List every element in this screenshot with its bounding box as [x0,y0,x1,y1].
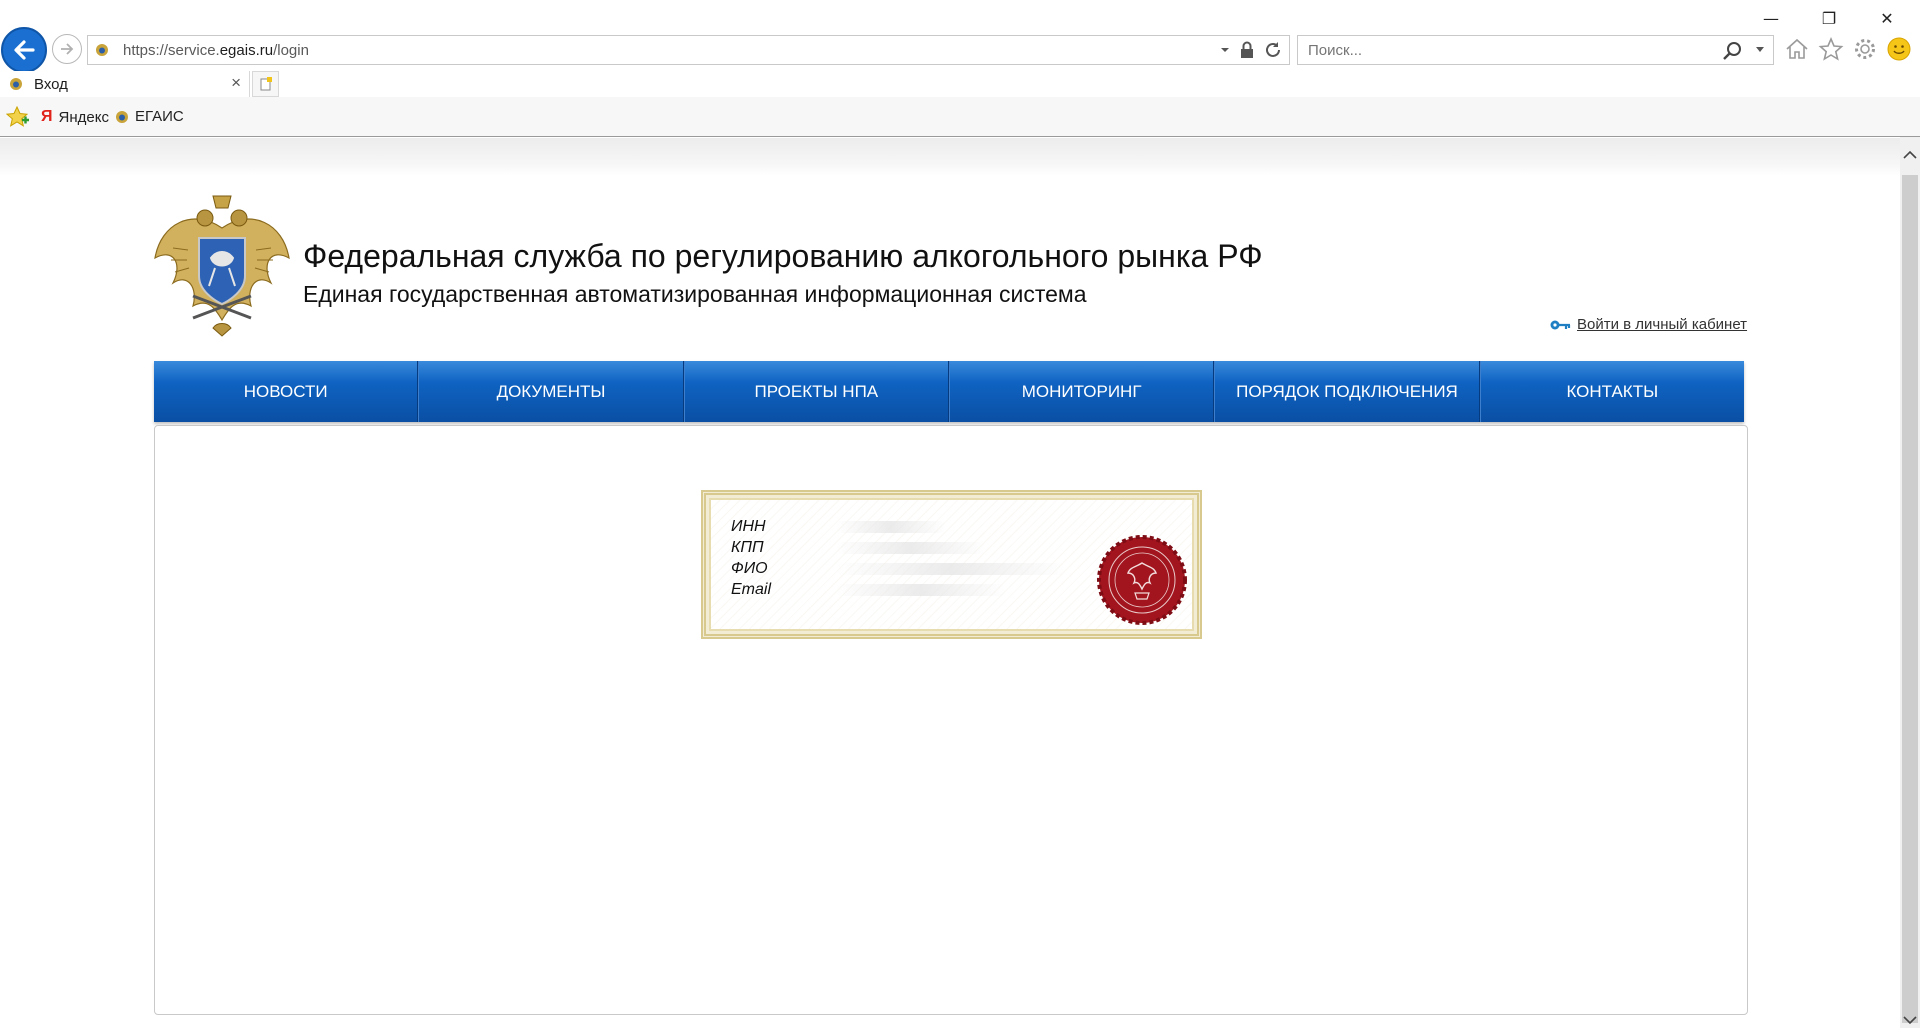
chevron-up-icon [1903,150,1917,159]
tab-row: Вход × [0,71,1920,97]
cert-label-fio: ФИО [731,560,768,577]
new-tab-button[interactable] [252,71,279,97]
scroll-up-button[interactable] [1900,147,1920,163]
nav-item-documents[interactable]: ДОКУМЕНТЫ [418,361,684,422]
refresh-icon[interactable] [1263,40,1283,60]
search-box[interactable] [1297,35,1774,65]
certificate-card[interactable]: ИНН КПП ФИО Email [701,490,1202,639]
lock-icon[interactable] [1239,40,1255,60]
address-bar[interactable]: https://service.egais.ru/login [87,35,1290,65]
nav-item-connection-procedure[interactable]: ПОРЯДОК ПОДКЛЮЧЕНИЯ [1214,361,1480,422]
favorites-add-icon[interactable] [6,106,30,128]
nav-label: МОНИТОРИНГ [1021,381,1142,401]
egais-eagle-icon [96,44,108,56]
browser-tools [1784,36,1912,62]
nav-item-npa-projects[interactable]: ПРОЕКТЫ НПА [683,361,949,422]
page-subtitle: Единая государственная автоматизированна… [303,281,1087,307]
nav-item-contacts[interactable]: КОНТАКТЫ [1479,361,1744,422]
nav-item-news[interactable]: НОВОСТИ [154,361,419,422]
favorite-yandex[interactable]: Я Яндекс [41,108,109,126]
vertical-scrollbar[interactable] [1900,137,1920,1028]
back-arrow-icon [14,40,35,60]
close-window-button[interactable]: ✕ [1864,2,1910,34]
tab-login[interactable]: Вход × [0,71,250,97]
favorite-label: ЕГАИС [135,108,184,125]
search-dropdown-icon[interactable] [1755,46,1765,54]
nav-label: ПОРЯДОК ПОДКЛЮЧЕНИЯ [1236,381,1458,401]
tab-close-button[interactable]: × [231,73,241,93]
wax-seal-icon [1097,535,1187,625]
certificate-body: ИНН КПП ФИО Email [709,498,1194,631]
cert-value-kpp [836,542,986,554]
chevron-down-icon [1903,1016,1917,1025]
url-path: /login [273,42,309,59]
nav-label: НОВОСТИ [243,381,328,401]
url-domain: egais.ru [219,42,274,59]
tab-title: Вход [34,76,68,93]
cert-label-email: Email [731,581,772,598]
cert-value-fio [836,563,1066,575]
new-tab-icon [260,77,272,91]
page-viewport: Федеральная служба по регулированию алко… [0,138,1900,1028]
restore-button[interactable]: ❐ [1806,2,1852,34]
forward-button[interactable] [52,34,82,64]
favorite-label: Яндекс [58,108,109,126]
home-icon[interactable] [1784,36,1810,62]
back-button[interactable] [1,27,47,73]
nav-label: ПРОЕКТЫ НПА [754,381,879,401]
favorites-bar: Я Яндекс ЕГАИС [0,97,1920,137]
browser-chrome: — ❐ ✕ https://service.egais.ru/login Вхо… [0,0,1920,137]
login-link-label: Войти в личный кабинет [1577,316,1748,333]
search-input[interactable] [1308,42,1688,59]
cert-label-kpp: КПП [731,539,764,556]
scroll-thumb[interactable] [1902,175,1918,1023]
dropdown-icon[interactable] [1219,40,1231,60]
key-icon [1550,320,1571,329]
forward-arrow-icon [61,43,74,55]
cert-value-email [836,584,1006,596]
fsrar-emblem-logo [154,195,290,337]
scroll-down-button[interactable] [1900,1012,1920,1028]
url-text: https://service.egais.ru/login [123,42,309,59]
favorites-star-icon[interactable] [1818,36,1844,62]
egais-eagle-icon [116,110,128,123]
main-nav: НОВОСТИ ДОКУМЕНТЫ ПРОЕКТЫ НПА МОНИТОРИНГ… [154,361,1744,422]
egais-eagle-icon [10,78,22,90]
nav-label: ДОКУМЕНТЫ [496,381,606,401]
yandex-icon: Я [41,108,53,125]
login-cabinet-link[interactable]: Войти в личный кабинет [1549,316,1747,333]
nav-label: КОНТАКТЫ [1566,381,1659,401]
page-top-band [0,138,1900,176]
address-bar-actions [1219,40,1283,60]
cert-label-inn: ИНН [731,518,766,535]
minimize-button[interactable]: — [1748,2,1794,34]
url-prefix: https://service. [123,42,220,59]
cert-value-inn [836,521,946,533]
search-icon[interactable] [1721,40,1743,62]
smiley-feedback-icon[interactable] [1886,36,1912,62]
gear-icon[interactable] [1852,36,1878,62]
nav-item-monitoring[interactable]: МОНИТОРИНГ [948,361,1215,422]
page-title: Федеральная служба по регулированию алко… [303,238,1263,274]
favorite-egais[interactable]: ЕГАИС [114,108,184,125]
